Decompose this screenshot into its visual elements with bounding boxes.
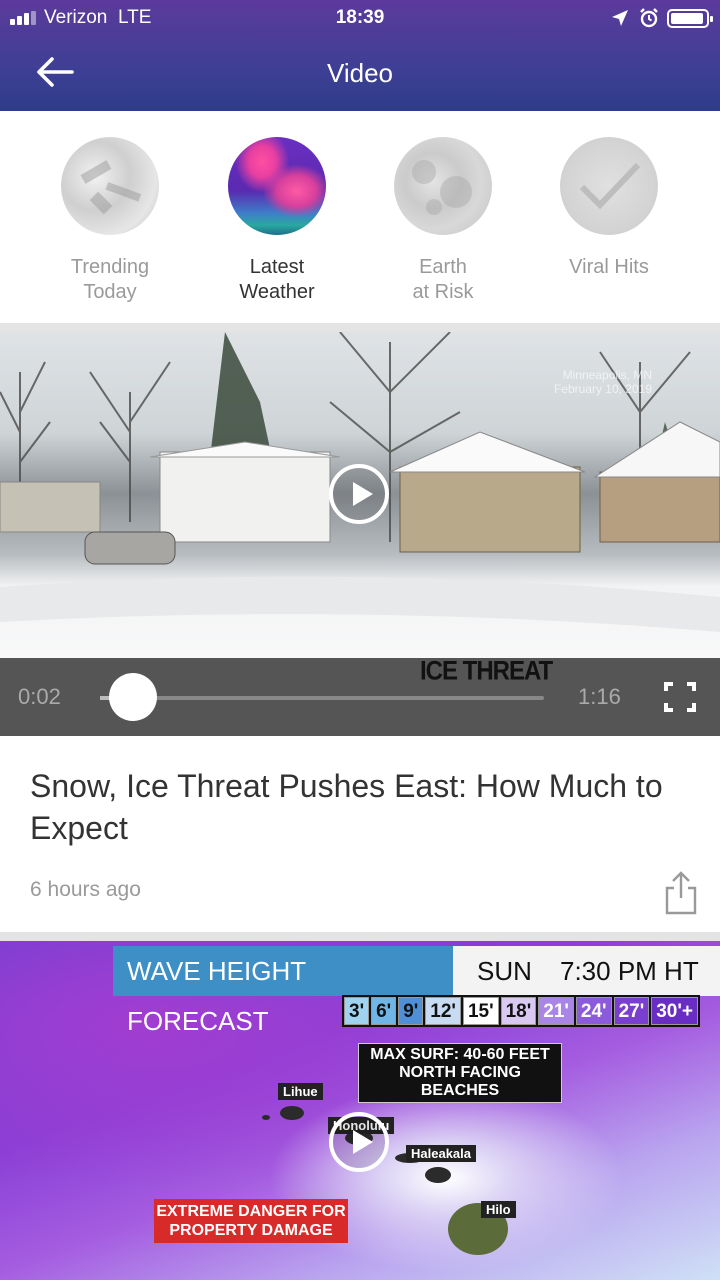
legend-swatch: 6' (371, 997, 397, 1025)
share-icon[interactable] (662, 870, 700, 916)
legend-swatch: 12' (425, 997, 461, 1025)
category-viral-hits[interactable]: Viral Hits (534, 137, 684, 280)
news-ticker: ICE THREAT (420, 656, 553, 687)
island-maui (425, 1167, 451, 1183)
scrubber-knob[interactable] (109, 673, 158, 721)
duration: 1:16 (578, 684, 621, 709)
category-earth-at-risk[interactable]: Earth at Risk (368, 137, 518, 305)
section-divider-2 (0, 932, 720, 941)
current-time: 0:02 (18, 684, 61, 709)
trending-thumbnail (61, 137, 159, 235)
legend-swatch: 21' (538, 997, 574, 1025)
forecast-day: SUN (477, 956, 532, 986)
play-button-icon[interactable] (328, 463, 390, 525)
video-age: 6 hours ago (30, 878, 141, 901)
legend-swatch: 3' (344, 997, 370, 1025)
place-label-hilo: Hilo (481, 1201, 516, 1218)
legend-swatch: 30'+ (651, 997, 698, 1025)
legend-swatch: 24' (575, 997, 612, 1025)
island-kauai (280, 1106, 304, 1120)
wave-legend: 3' 6' 9' 12' 15' 18' 21' 24' 27' 30'+ (342, 995, 700, 1027)
category-sublabel-3: at Risk (412, 281, 474, 303)
category-latest-weather[interactable]: Latest Weather (202, 137, 352, 305)
danger-caption: EXTREME DANGER FOR PROPERTY DAMAGE (154, 1199, 348, 1243)
battery-icon (667, 9, 713, 28)
category-strip: Trending Today Latest Weather Earth at Risk… (0, 111, 720, 323)
legend-swatch: 9' (398, 997, 424, 1025)
video-controls: ICE THREAT 0:02 1:16 (0, 656, 720, 736)
viral-hits-thumbnail (560, 137, 658, 235)
earth-at-risk-thumbnail (394, 137, 492, 235)
max-surf-caption: MAX SURF: 40-60 FEET NORTH FACING BEACHES (358, 1043, 562, 1103)
progress-track[interactable] (100, 696, 544, 700)
forecast-clock: 7:30 PM HT (560, 956, 699, 986)
play-button-icon-2[interactable] (328, 1111, 390, 1173)
status-bar: Verizon LTE 18:39 (0, 0, 720, 36)
category-label-2: Latest (249, 256, 305, 278)
video-player-2[interactable]: WAVE HEIGHT FORECAST SUN 7:30 PM HT 3' 6'… (0, 941, 720, 1280)
legend-swatch: 18' (500, 997, 537, 1025)
location-arrow-icon (612, 10, 628, 26)
category-sublabel-2: Weather (239, 281, 315, 303)
fullscreen-icon[interactable] (664, 682, 696, 712)
place-label-haleakala: Haleakala (406, 1145, 476, 1162)
video-player-1[interactable]: Minneapolis, MN February 10, 2019 ICE THR… (0, 332, 720, 736)
island-niihau (262, 1115, 270, 1120)
alarm-icon (640, 8, 658, 28)
page-title: Video (326, 58, 394, 88)
video-title[interactable]: Snow, Ice Threat Pushes East: How Much t… (30, 765, 670, 849)
category-sublabel-1: Today (83, 281, 137, 303)
category-label-4: Viral Hits (569, 256, 649, 278)
top-bar: Verizon LTE 18:39 Video (0, 0, 720, 111)
category-label-3: Earth (419, 256, 467, 278)
video-watermark: Minneapolis, MN February 10, 2019 (553, 368, 652, 396)
legend-swatch: 27' (613, 997, 650, 1025)
forecast-time: SUN 7:30 PM HT (453, 946, 720, 996)
legend-swatch: 15' (462, 997, 499, 1025)
section-divider (0, 323, 720, 332)
latest-weather-thumbnail (228, 137, 326, 235)
place-label-lihue: Lihue (278, 1083, 323, 1100)
category-trending-today[interactable]: Trending Today (35, 137, 185, 305)
category-label-1: Trending (70, 256, 150, 278)
wave-forecast-banner: WAVE HEIGHT FORECAST (113, 946, 453, 1036)
